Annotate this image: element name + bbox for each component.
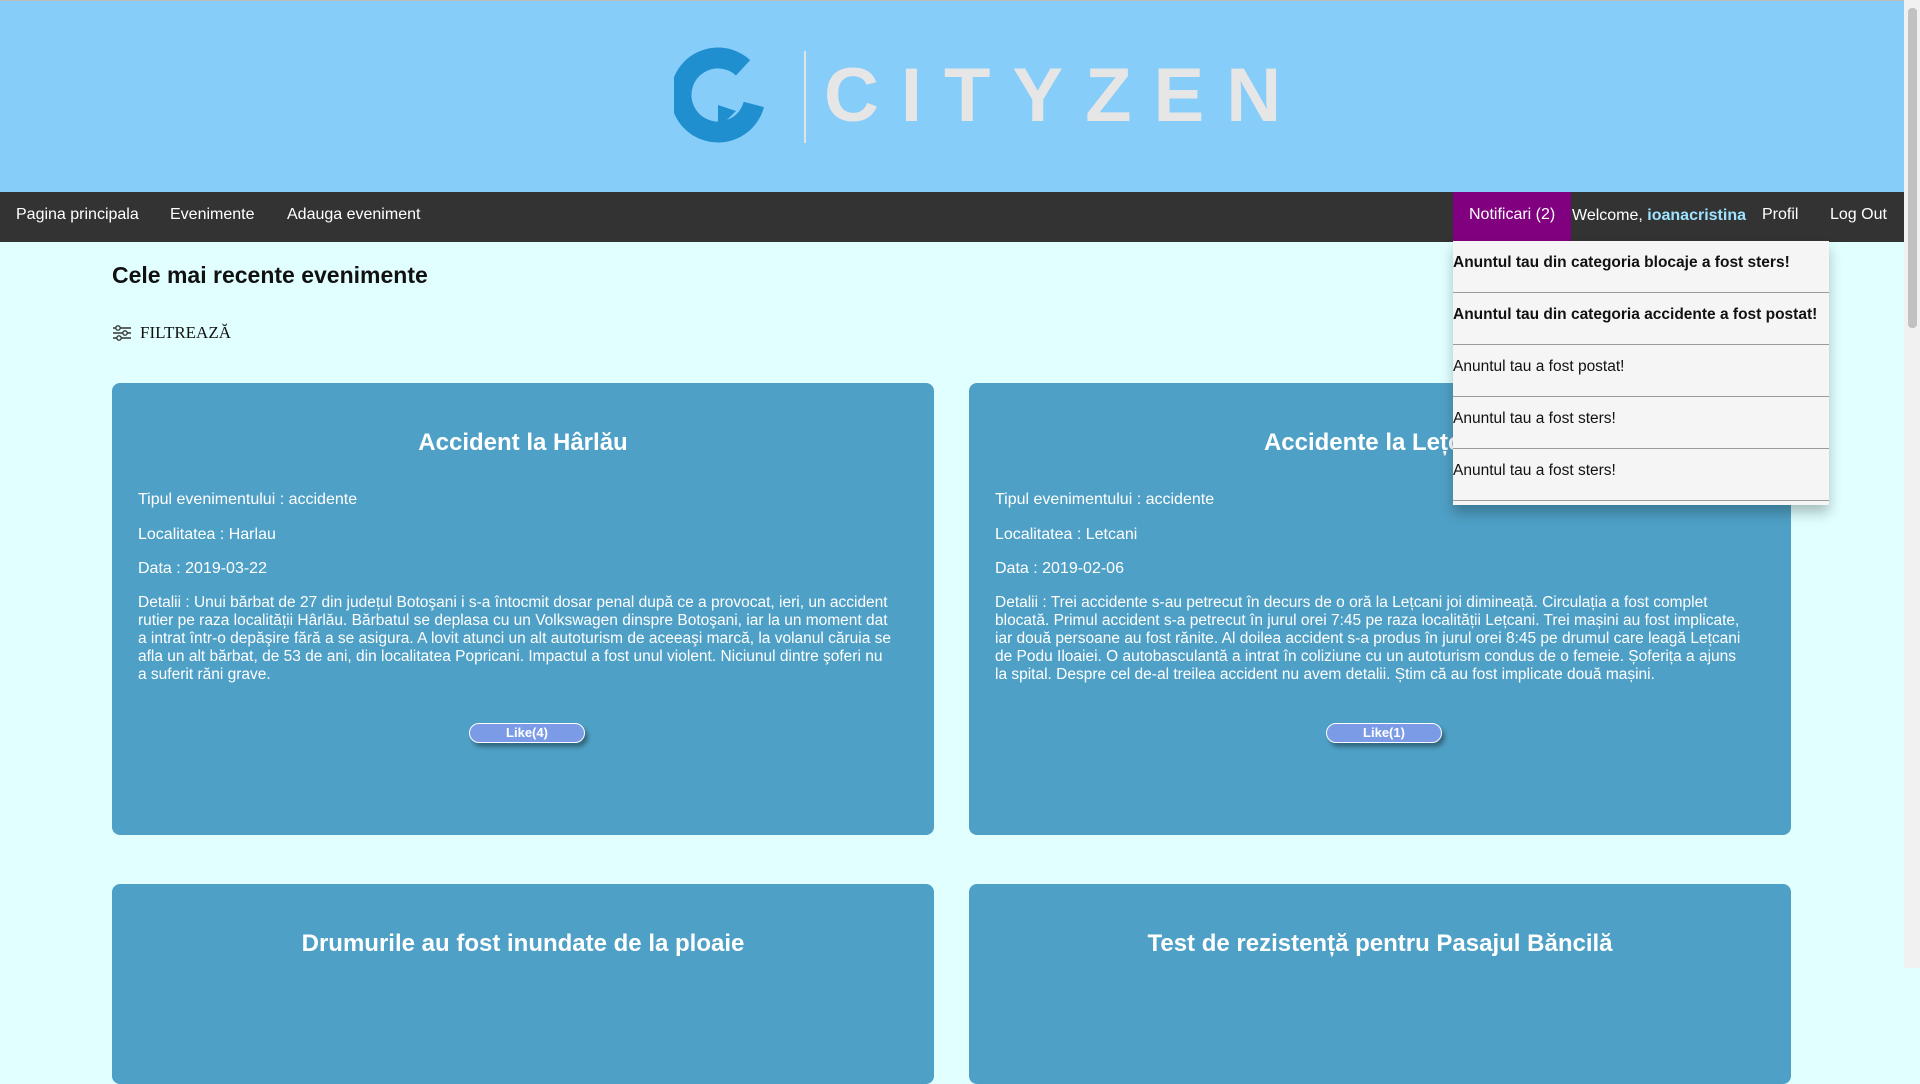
scrollbar-thumb[interactable] <box>1908 8 1917 328</box>
event-card: Accident la Hârlău Tipul evenimentului :… <box>112 383 934 835</box>
notification-item[interactable]: Anuntul tau a fost sters! <box>1453 397 1829 449</box>
event-date: Data : 2019-03-22 <box>138 560 267 577</box>
event-type: Tipul evenimentului : accidente <box>995 491 1215 508</box>
event-card: Test de rezistență pentru Pasajul Băncil… <box>969 884 1791 1084</box>
event-title: Accident la Hârlău <box>418 429 628 456</box>
event-details: Detalii : Unui bărbat de 27 din județul … <box>138 594 892 683</box>
cityzen-logo[interactable]: CITYZEN <box>674 45 1281 145</box>
nav-events[interactable]: Evenimente <box>170 192 255 242</box>
event-details: Detalii : Trei accidente s-au petrecut î… <box>995 594 1741 683</box>
like-button[interactable]: Like(1) <box>1326 723 1442 743</box>
nav-home[interactable]: Pagina principala <box>16 192 139 242</box>
notification-item[interactable]: Anuntul tau a fost postat! <box>1453 345 1829 397</box>
welcome-text: Welcome, ioanacristina <box>1572 192 1746 242</box>
notification-item[interactable]: Anuntul tau din categoria blocaje a fost… <box>1453 241 1829 293</box>
page-title: Cele mai recente evenimente <box>112 262 428 288</box>
event-title: Drumurile au fost inundate de la ploaie <box>301 930 745 957</box>
logo-c-icon <box>674 47 766 143</box>
site-header: CITYZEN <box>0 0 1904 192</box>
notification-item[interactable]: Anuntul tau a fost sters! <box>1453 449 1829 501</box>
nav-add-event[interactable]: Adauga eveniment <box>287 192 420 242</box>
welcome-username[interactable]: ioanacristina <box>1647 207 1746 224</box>
event-locality: Localitatea : Harlau <box>138 526 276 543</box>
welcome-prefix: Welcome, <box>1572 207 1648 224</box>
filter-icon <box>113 325 131 341</box>
event-card: Drumurile au fost inundate de la ploaie <box>112 884 934 1084</box>
event-title: Test de rezistență pentru Pasajul Băncil… <box>1147 930 1613 957</box>
like-button[interactable]: Like(4) <box>469 723 585 743</box>
event-type: Tipul evenimentului : accidente <box>138 491 358 508</box>
notifications-dropdown: Anuntul tau din categoria blocaje a fost… <box>1453 241 1829 505</box>
notifications-button[interactable]: Notificari (2) <box>1453 192 1572 242</box>
filter-label: FILTREAZĂ <box>140 323 231 342</box>
event-date: Data : 2019-02-06 <box>995 560 1124 577</box>
logo-text: CITYZEN <box>824 53 1304 138</box>
main-navbar: Pagina principala Evenimente Adauga even… <box>0 192 1904 242</box>
event-locality: Localitatea : Letcani <box>995 526 1138 543</box>
page-scrollbar[interactable] <box>1904 0 1920 968</box>
nav-profile[interactable]: Profil <box>1762 192 1798 242</box>
notification-item[interactable]: Anuntul tau din categoria accidente a fo… <box>1453 293 1829 345</box>
logo-separator <box>804 51 806 143</box>
nav-logout[interactable]: Log Out <box>1830 192 1887 242</box>
